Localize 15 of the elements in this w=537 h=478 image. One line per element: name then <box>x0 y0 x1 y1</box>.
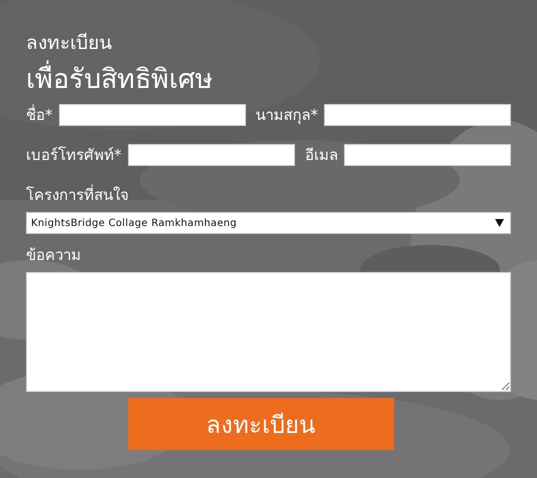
input-field[interactable] <box>324 104 511 126</box>
field-label: โครงการที่สนใจ <box>26 184 130 206</box>
field-label: อีเมล <box>304 145 338 166</box>
field-label: ข้อความ <box>26 245 82 266</box>
message-field[interactable] <box>26 272 511 392</box>
input-field[interactable] <box>58 104 246 126</box>
field-label: ชื่อ* <box>26 104 52 126</box>
form-title: เพื่อรับสิทธิพิเศษ <box>26 62 511 98</box>
project-dropdown[interactable]: KnightsBridge Collage Ramkhamhaeng <box>26 212 511 234</box>
input-field[interactable] <box>128 144 295 166</box>
caret-icon <box>495 219 504 227</box>
input-field[interactable] <box>344 144 511 166</box>
form-subtitle: ลงทะเบียน <box>26 31 113 56</box>
field-label: เบอร์โทรศัพท์* <box>26 145 122 166</box>
field-label: นามสกุล* <box>256 105 318 126</box>
